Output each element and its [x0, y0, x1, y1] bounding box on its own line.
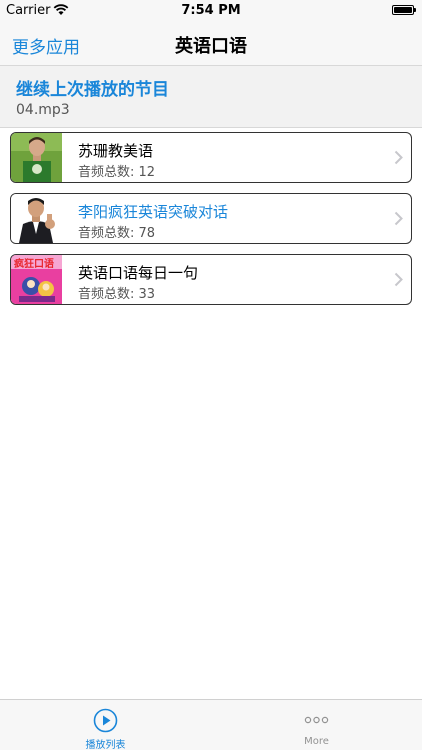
tab-playlist-label: 播放列表	[85, 740, 126, 751]
tab-bar: 播放列表 More	[0, 699, 422, 751]
battery-icon	[392, 5, 416, 15]
list-item-title: 英语口语每日一句	[78, 264, 199, 282]
more-dots-icon	[304, 716, 329, 724]
status-bar: Carrier 7:54 PM	[0, 0, 422, 22]
clock: 7:54 PM	[181, 3, 241, 18]
tab-playlist[interactable]: 播放列表	[0, 700, 211, 751]
list-item-title: 李阳疯狂英语突破对话	[78, 203, 229, 221]
list-item-count: 音频总数: 33	[78, 287, 156, 302]
thumbnail-susan	[11, 133, 62, 182]
resume-last-played[interactable]: 继续上次播放的节目 04.mp3	[0, 66, 422, 128]
thumbnail-text: 疯狂口语	[14, 257, 54, 270]
program-list: 苏珊教美语 音频总数: 12 李阳疯狂英语突破对话 音频总数: 78 疯狂口语 …	[10, 132, 412, 315]
thumbnail-liyang	[11, 194, 62, 243]
list-item-title: 苏珊教美语	[78, 142, 154, 160]
list-item-count: 音频总数: 12	[78, 165, 156, 180]
chevron-right-icon	[394, 272, 403, 287]
tab-more[interactable]: More	[211, 700, 422, 750]
list-item[interactable]: 李阳疯狂英语突破对话 音频总数: 78	[10, 193, 412, 244]
resume-file-name: 04.mp3	[16, 102, 70, 118]
tab-more-label: More	[304, 736, 329, 747]
navigation-bar: 更多应用 英语口语	[0, 22, 422, 66]
page-title: 英语口语	[175, 36, 247, 57]
thumbnail-daily-phrase: 疯狂口语	[11, 255, 62, 304]
resume-title: 继续上次播放的节目	[16, 80, 169, 100]
list-item[interactable]: 疯狂口语 英语口语每日一句 音频总数: 33	[10, 254, 412, 305]
chevron-right-icon	[394, 150, 403, 165]
list-item-count: 音频总数: 78	[78, 226, 156, 241]
play-circle-icon	[93, 708, 118, 733]
chevron-right-icon	[394, 211, 403, 226]
list-item[interactable]: 苏珊教美语 音频总数: 12	[10, 132, 412, 183]
